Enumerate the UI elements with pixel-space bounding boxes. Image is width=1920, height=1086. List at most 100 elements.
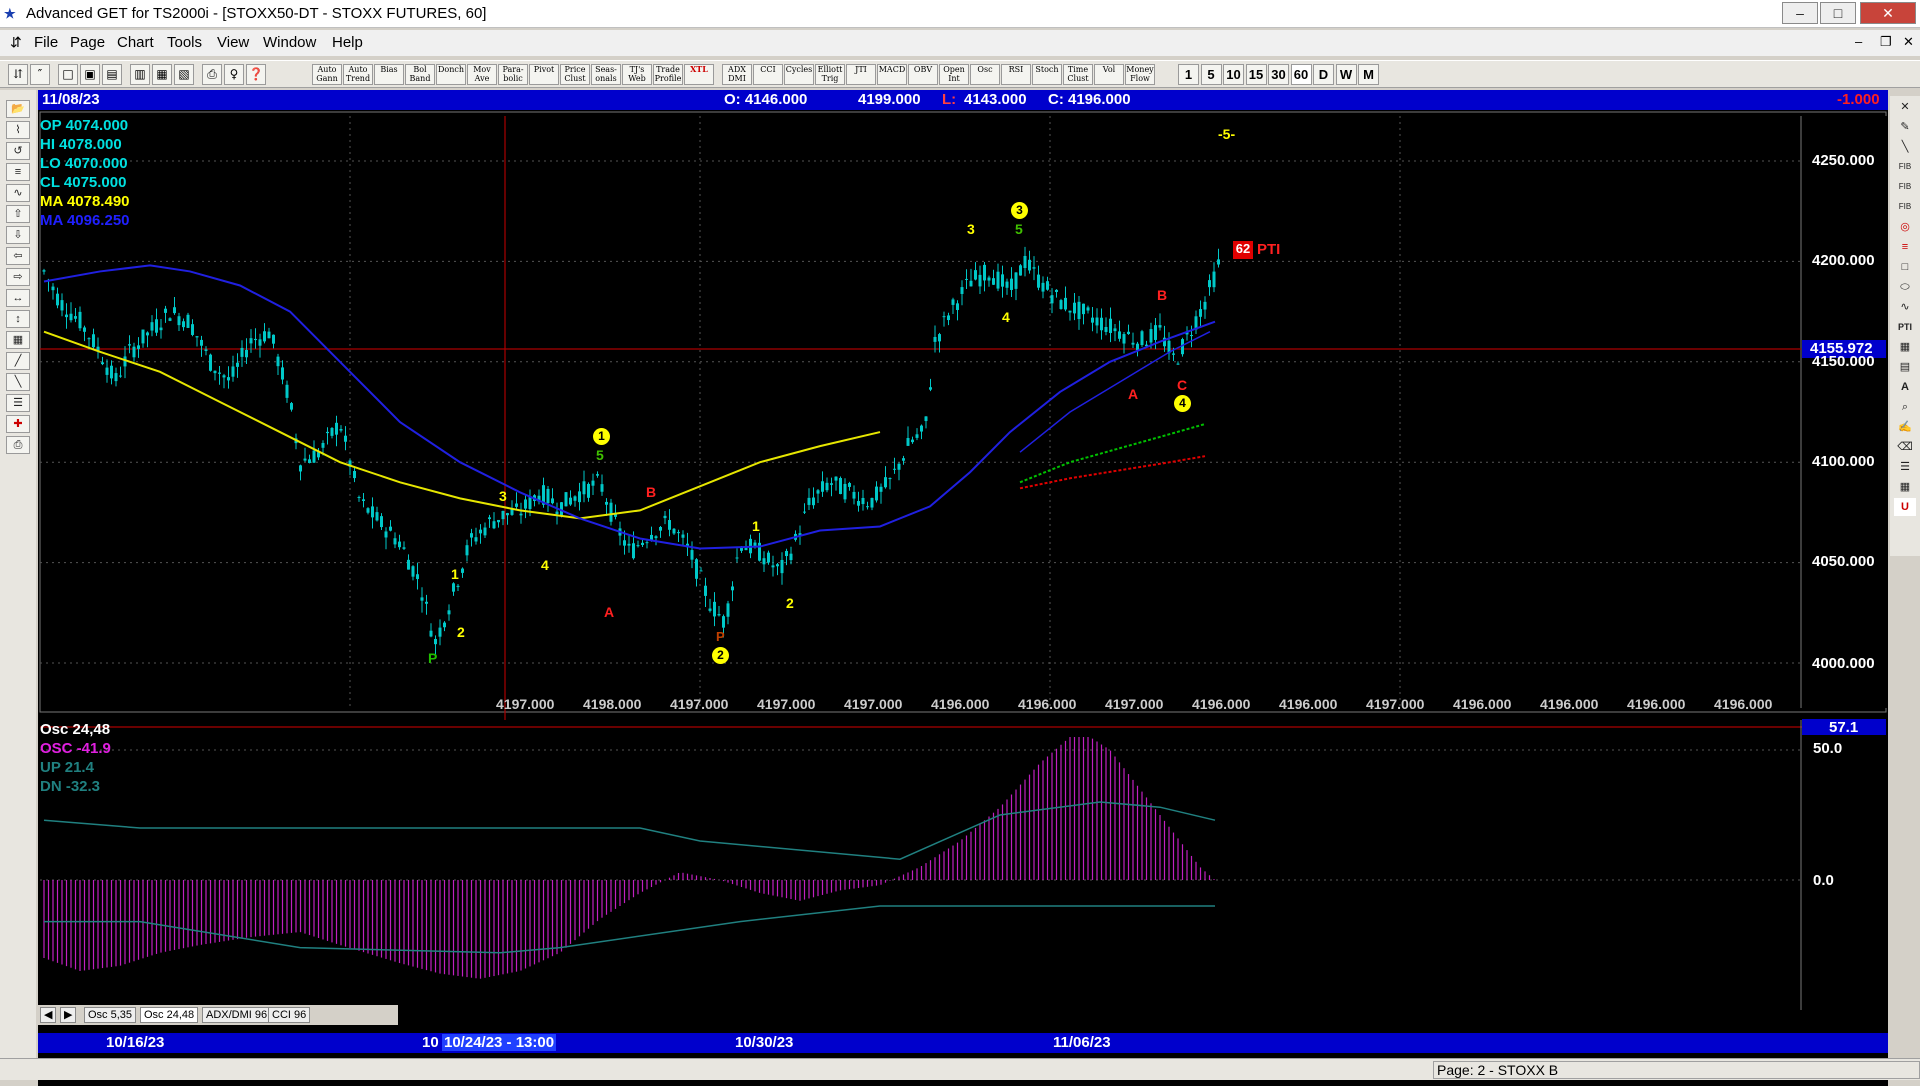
list-icon[interactable]: ☰ — [1894, 458, 1916, 476]
bottom-value-label: 4196.000 — [1540, 696, 1599, 712]
fib-time-icon[interactable]: FIB — [1894, 198, 1916, 216]
time-axis-strip: 10/16/23 10 10/24/23 - 13:00 10/30/23 11… — [38, 1033, 1888, 1053]
candle-body — [492, 521, 496, 529]
wave-icon[interactable]: ∿ — [1894, 298, 1916, 316]
candle-body — [573, 496, 577, 501]
tab-scroll-right[interactable]: ▶ — [60, 1007, 77, 1023]
tab-scroll-left[interactable]: ◀ — [40, 1007, 57, 1023]
candle-body — [681, 534, 685, 538]
candle-body — [762, 558, 766, 565]
candle-body — [488, 517, 491, 520]
ellipse-icon[interactable]: ⬭ — [1894, 278, 1916, 296]
candle-body — [245, 349, 248, 358]
time-label: 10/16/23 — [106, 1034, 165, 1051]
candle-body — [209, 354, 212, 371]
candle-body — [596, 474, 599, 476]
wave-label-1: 1 — [451, 566, 459, 582]
candle-body — [447, 610, 451, 615]
wave-label-P: P — [428, 650, 438, 666]
bottom-value-label: 4196.000 — [1192, 696, 1251, 712]
candle-body — [654, 536, 658, 539]
candle-body — [803, 511, 806, 513]
candle-body — [312, 450, 316, 463]
square-icon[interactable]: □ — [1894, 258, 1916, 276]
tab-osc-5-35[interactable]: Osc 5,35 — [84, 1007, 137, 1023]
candle-body — [564, 492, 568, 507]
candle-body — [929, 387, 932, 390]
candle-body — [983, 264, 986, 281]
status-bar: Page: 2 - STOXX B — [0, 1058, 1920, 1080]
mob-icon[interactable]: ▤ — [1894, 358, 1916, 376]
close-x-icon[interactable]: ✕ — [1894, 98, 1916, 116]
candle-body — [879, 486, 883, 492]
pti-icon[interactable]: PTI — [1894, 318, 1916, 336]
candle-body — [434, 638, 437, 645]
candle-body — [1100, 317, 1103, 331]
candle-body — [632, 543, 635, 559]
candle-body — [416, 574, 419, 580]
candle-body — [371, 506, 374, 518]
pencil-icon[interactable]: ✎ — [1894, 118, 1916, 136]
candle-body — [893, 468, 896, 470]
osc-up-value: UP 21.4 — [40, 759, 94, 776]
bottom-value-label: 4198.000 — [583, 696, 642, 712]
candle-body — [1005, 281, 1009, 288]
osc-title: Osc 24,48 — [40, 721, 111, 738]
candle-body — [384, 531, 388, 538]
osc-axis-top: 57.1 — [1829, 719, 1859, 736]
candle-body — [978, 274, 982, 287]
candle-body — [560, 502, 563, 516]
fan-icon[interactable]: ≡ — [1894, 238, 1916, 256]
candle-body — [609, 502, 613, 522]
candle-body — [1149, 329, 1153, 343]
status-page: Page: 2 - STOXX B — [1433, 1061, 1920, 1079]
table-icon[interactable]: ▦ — [1894, 478, 1916, 496]
candle-body — [470, 533, 473, 538]
zoom-icon[interactable]: ⌕ — [1894, 398, 1916, 416]
candle-body — [1082, 303, 1085, 315]
undo-icon[interactable]: U — [1894, 498, 1916, 516]
candle-body — [479, 529, 482, 534]
candle-body — [717, 614, 721, 616]
candle-body — [452, 583, 455, 592]
tab-osc-24-48[interactable]: Osc 24,48 — [140, 1007, 199, 1023]
circle-icon[interactable]: ◎ — [1894, 218, 1916, 236]
candle-body — [375, 512, 379, 521]
grid-small-icon[interactable]: ▦ — [1894, 338, 1916, 356]
text-tool-icon[interactable]: A — [1894, 378, 1916, 396]
candle-body — [582, 481, 586, 495]
candle-body — [222, 375, 226, 378]
candle-body — [528, 496, 532, 509]
candle-body — [1136, 343, 1139, 351]
indicator-tabs: ◀ ▶ Osc 5,35 Osc 24,48 ADX/DMI 96 CCI 96 — [38, 1005, 398, 1025]
readout-open: OP 4074.000 — [40, 117, 129, 134]
tab-adx-dmi[interactable]: ADX/DMI 96 — [202, 1007, 272, 1023]
candle-body — [1041, 282, 1045, 292]
candle-body — [1073, 302, 1076, 314]
candle-body — [150, 322, 154, 331]
candle-body — [1113, 328, 1117, 332]
eraser-icon[interactable]: ⌫ — [1894, 438, 1916, 456]
candle-body — [695, 559, 698, 579]
candle-body — [722, 616, 725, 628]
candle-body — [483, 527, 487, 536]
candle-body — [411, 566, 415, 577]
candle-body — [519, 513, 523, 516]
candle-body — [600, 484, 604, 492]
marker-icon[interactable]: ✍ — [1894, 418, 1916, 436]
fib-ret-icon[interactable]: FIB — [1894, 158, 1916, 176]
wave-label-1c: 1 — [752, 518, 760, 534]
candle-body — [663, 515, 667, 519]
price-chart — [39, 111, 1887, 1010]
line-icon[interactable]: ╲ — [1894, 138, 1916, 156]
price-axis-label: 4100.000 — [1812, 453, 1875, 470]
fib-ext-icon[interactable]: FIB — [1894, 178, 1916, 196]
candle-body — [461, 568, 464, 573]
candle-body — [425, 601, 428, 604]
readout-close: CL 4075.000 — [40, 174, 127, 191]
candle-body — [915, 434, 919, 438]
candle-body — [1203, 301, 1207, 310]
candle-body — [1001, 274, 1004, 287]
tab-cci[interactable]: CCI 96 — [268, 1007, 311, 1023]
osc-axis-0: 0.0 — [1813, 872, 1834, 889]
